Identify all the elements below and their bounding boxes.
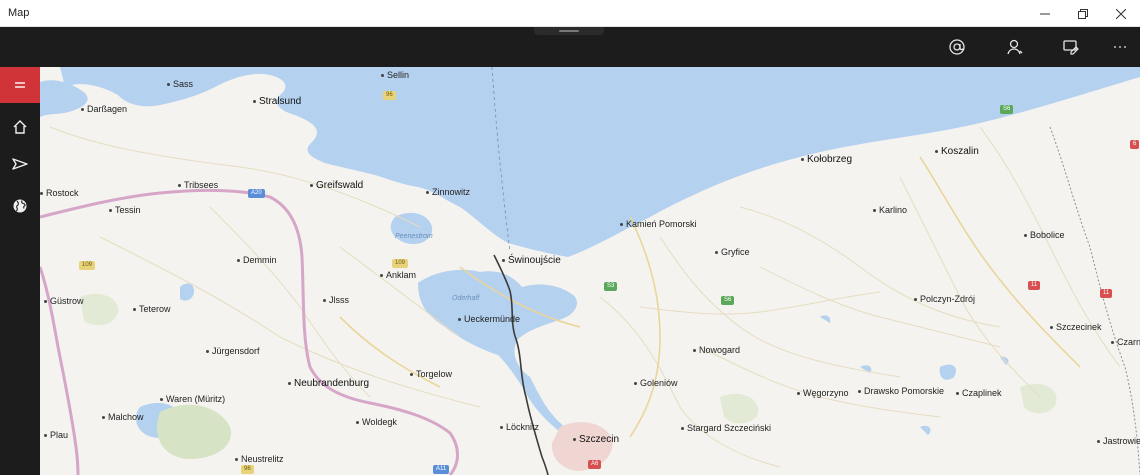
road-shield: A6	[588, 460, 602, 469]
city-label[interactable]: Świnoujście	[502, 256, 561, 266]
restore-button[interactable]	[1064, 0, 1102, 27]
city-label[interactable]: Nowogard	[693, 346, 740, 355]
road-shield: A11	[433, 465, 450, 474]
city-label[interactable]: Ueckermünde	[458, 315, 520, 324]
more-button[interactable]	[1104, 31, 1136, 63]
at-icon	[949, 39, 965, 55]
home-button[interactable]	[0, 109, 40, 145]
city-label[interactable]: Stargard Szczeciński	[681, 424, 771, 433]
city-label[interactable]: Neubrandenburg	[288, 379, 369, 389]
city-label[interactable]: Zinnowitz	[426, 188, 470, 197]
city-label[interactable]: Woldegk	[356, 418, 397, 427]
account-button[interactable]	[999, 31, 1031, 63]
road-shield: 11	[1100, 289, 1113, 298]
city-label[interactable]: Bobolice	[1024, 231, 1065, 240]
road-shield: S6	[1000, 105, 1014, 114]
road-shield: 109	[392, 259, 409, 268]
city-label[interactable]: Malchow	[102, 413, 144, 422]
close-button[interactable]	[1102, 0, 1140, 27]
person-icon	[1007, 39, 1023, 55]
water-label: Peenestrom	[395, 233, 433, 240]
road-shield: 96	[241, 465, 254, 474]
window-title: Map	[8, 7, 30, 19]
city-label[interactable]: Greifswald	[310, 181, 363, 191]
city-label[interactable]: Szczecin	[573, 435, 619, 445]
city-label[interactable]: Drawsko Pomorskie	[858, 387, 944, 396]
city-label[interactable]: Szczecinek	[1050, 323, 1102, 332]
hamburger-icon	[15, 82, 25, 88]
city-label[interactable]: Demmin	[237, 256, 277, 265]
share-button[interactable]	[941, 31, 973, 63]
restore-icon	[1078, 8, 1088, 19]
city-label[interactable]: Sellin	[381, 71, 409, 80]
city-label[interactable]: Goleniów	[634, 379, 678, 388]
ink-button[interactable]	[1055, 31, 1087, 63]
road-shield: A20	[248, 189, 265, 198]
city-label[interactable]: Koszalin	[935, 147, 979, 157]
city-label[interactable]: Tessin	[109, 206, 141, 215]
minimize-button[interactable]	[1026, 0, 1064, 27]
city-label[interactable]: Tribsees	[178, 181, 218, 190]
road-shield: 6	[1130, 140, 1140, 149]
city-label[interactable]: Karlino	[873, 206, 907, 215]
road-shield: S3	[604, 282, 618, 291]
command-bar	[0, 27, 1140, 67]
city-label[interactable]: Neustrelitz	[235, 455, 284, 464]
globe-icon	[13, 199, 27, 213]
home-icon	[13, 120, 27, 134]
city-label[interactable]: Teterow	[133, 305, 171, 314]
city-label[interactable]: Plau	[44, 431, 68, 440]
city-label[interactable]: Jastrowie	[1097, 437, 1140, 446]
city-label[interactable]: Jlsss	[323, 296, 349, 305]
minimize-icon	[1040, 13, 1050, 14]
city-label[interactable]: Kołobrzeg	[801, 155, 852, 165]
city-label[interactable]: Gryfice	[715, 248, 750, 257]
city-label[interactable]: Węgorzyno	[797, 389, 849, 398]
city-label[interactable]: Jürgensdorf	[206, 347, 260, 356]
city-label[interactable]: Löcknitz	[500, 423, 539, 432]
city-label[interactable]: Czarne	[1111, 338, 1140, 347]
globe-button[interactable]	[0, 188, 40, 224]
ink-icon	[1063, 40, 1079, 55]
city-label[interactable]: Waren (Müritz)	[160, 395, 225, 404]
road-shield: 109	[79, 261, 96, 270]
city-label[interactable]: Czaplinek	[956, 389, 1002, 398]
city-label[interactable]: Rostock	[40, 189, 79, 198]
city-label[interactable]: Torgelow	[410, 370, 452, 379]
road-shield: 96	[383, 91, 396, 100]
close-icon	[1116, 8, 1126, 19]
city-label[interactable]: Anklam	[380, 271, 416, 280]
map-background	[40, 67, 1140, 475]
title-bar: Map	[0, 0, 1140, 27]
city-label[interactable]: Sass	[167, 80, 193, 89]
more-icon	[1114, 46, 1126, 48]
drag-handle[interactable]	[534, 27, 604, 35]
directions-icon	[12, 158, 28, 170]
city-label[interactable]: Polczyn-Zdrój	[914, 295, 975, 304]
directions-button[interactable]	[0, 146, 40, 182]
city-label[interactable]: Kamień Pomorski	[620, 220, 697, 229]
water-label: Oderhaff	[452, 295, 480, 302]
map-canvas[interactable]: Sass Sellin Stralsund Darßagen Greifswald Zin…	[40, 67, 1140, 475]
city-label[interactable]: Darßagen	[81, 105, 127, 114]
city-label[interactable]: Stralsund	[253, 97, 301, 107]
road-shield: S6	[721, 296, 735, 305]
menu-button[interactable]	[0, 67, 40, 103]
road-shield: 11	[1028, 281, 1041, 290]
left-rail	[0, 67, 40, 475]
city-label[interactable]: Güstrow	[44, 297, 84, 306]
